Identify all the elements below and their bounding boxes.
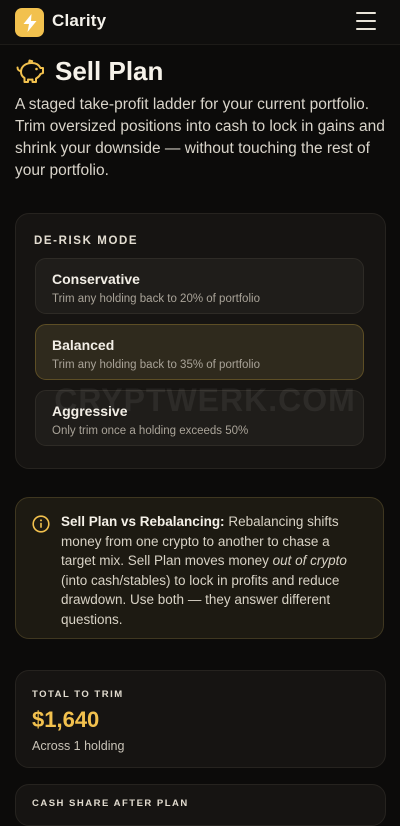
info-icon bbox=[32, 515, 50, 533]
info-callout: Sell Plan vs Rebalancing: Rebalancing sh… bbox=[15, 497, 384, 639]
page-description: A staged take-profit ladder for your cur… bbox=[15, 96, 385, 179]
info-text: Sell Plan vs Rebalancing: Rebalancing sh… bbox=[61, 512, 366, 629]
page-header: Sell Plan bbox=[15, 55, 163, 87]
info-emphasis: out of crypto bbox=[272, 553, 347, 568]
option-name: Balanced bbox=[52, 337, 115, 353]
info-body-2: (into cash/stables) to lock in profits a… bbox=[61, 572, 340, 627]
total-subtext: Across 1 holding bbox=[32, 739, 125, 753]
info-heading: Sell Plan vs Rebalancing: bbox=[61, 514, 225, 529]
cash-share-card: CASH SHARE AFTER PLAN bbox=[15, 784, 386, 826]
app-name[interactable]: Clarity bbox=[52, 11, 106, 31]
option-description: Trim any holding back to 20% of portfoli… bbox=[52, 293, 260, 305]
option-aggressive[interactable]: Aggressive Only trim once a holding exce… bbox=[35, 390, 364, 446]
page-title: Sell Plan bbox=[55, 55, 164, 86]
app-logo[interactable] bbox=[15, 8, 44, 37]
option-description: Only trim once a holding exceeds 50% bbox=[52, 425, 249, 437]
cash-share-label: CASH SHARE AFTER PLAN bbox=[32, 798, 189, 809]
total-label: TOTAL TO TRIM bbox=[32, 689, 124, 700]
option-name: Aggressive bbox=[52, 403, 128, 419]
hamburger-menu-icon[interactable] bbox=[356, 12, 376, 30]
option-balanced[interactable]: Balanced Trim any holding back to 35% of… bbox=[35, 324, 364, 380]
top-bar: Clarity bbox=[0, 0, 400, 45]
piggy-bank-icon bbox=[16, 59, 44, 83]
option-conservative[interactable]: Conservative Trim any holding back to 20… bbox=[35, 258, 364, 314]
derisk-mode-card: DE-RISK MODE Conservative Trim any holdi… bbox=[15, 213, 386, 469]
option-description: Trim any holding back to 35% of portfoli… bbox=[52, 359, 260, 371]
option-name: Conservative bbox=[52, 271, 140, 287]
derisk-mode-label: DE-RISK MODE bbox=[34, 235, 139, 247]
total-to-trim-card: TOTAL TO TRIM $1,640 Across 1 holding bbox=[15, 670, 386, 768]
lightning-bolt-icon bbox=[23, 13, 36, 32]
total-value: $1,640 bbox=[32, 707, 100, 732]
